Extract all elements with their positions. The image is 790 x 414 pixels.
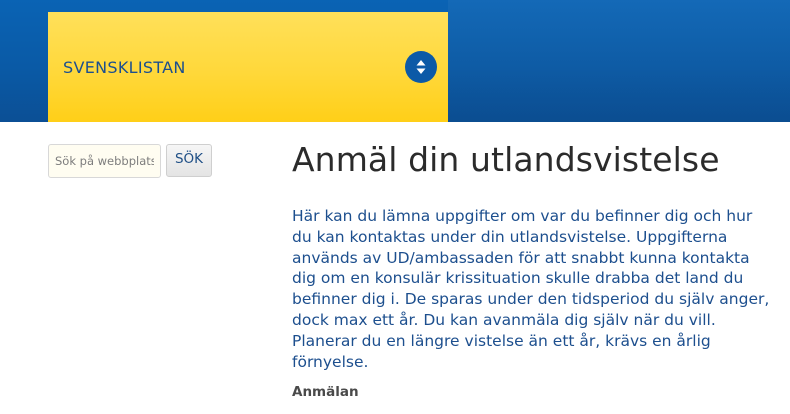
search-input[interactable] xyxy=(48,144,161,178)
site-header: SVENSKLISTAN xyxy=(0,0,790,122)
brand-panel: SVENSKLISTAN xyxy=(48,12,448,122)
menu-toggle-button[interactable] xyxy=(405,51,437,83)
search-button[interactable]: SÖK xyxy=(166,144,212,177)
page-title: Anmäl din utlandsvistelse xyxy=(292,140,720,179)
intro-text: Här kan du lämna uppgifter om var du bef… xyxy=(292,207,770,371)
site-title[interactable]: SVENSKLISTAN xyxy=(63,58,186,77)
section-subheading: Anmälan xyxy=(292,384,359,400)
chevron-up-down-icon xyxy=(416,60,426,74)
header-blue-area xyxy=(448,0,790,122)
